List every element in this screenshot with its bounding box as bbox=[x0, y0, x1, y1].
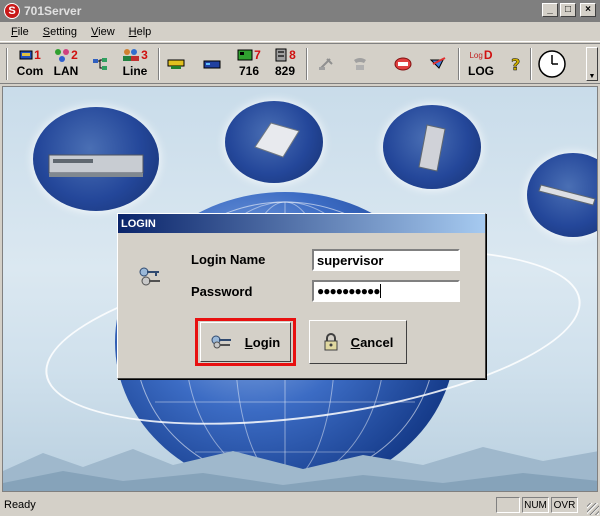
pen-tool-icon bbox=[429, 57, 446, 69]
toolbar: 1 Com 2 LAN 3 Line 7 716 8 829 Log D LOG… bbox=[0, 43, 600, 84]
server-device-icon bbox=[167, 59, 185, 69]
login-keys-icon bbox=[211, 335, 231, 349]
title-bar: S 701Server _ □ × bbox=[0, 0, 600, 22]
login-button-mnemonic: L bbox=[244, 334, 253, 350]
close-button[interactable]: × bbox=[580, 3, 596, 17]
menu-help-mnemonic: H bbox=[128, 25, 137, 38]
window-controls: _ □ × bbox=[542, 3, 596, 17]
board-716-number: 7 bbox=[254, 48, 261, 62]
board-716-label: 716 bbox=[238, 64, 260, 78]
log-letter: D bbox=[483, 48, 493, 62]
menu-setting-mnemonic: S bbox=[42, 25, 51, 38]
phone-button-disabled[interactable] bbox=[350, 46, 370, 82]
password-input[interactable]: ●●●●●●●●●● bbox=[312, 280, 460, 302]
login-dialog-title: LOGIN bbox=[118, 214, 485, 233]
num-lock-indicator: NUM bbox=[522, 497, 549, 513]
login-button-label: ogin bbox=[252, 334, 281, 350]
log-icon: Log D bbox=[469, 46, 492, 64]
line-number: 3 bbox=[141, 48, 148, 62]
app-icon[interactable]: S bbox=[4, 3, 20, 19]
board-716-icon bbox=[237, 49, 253, 61]
network-button[interactable] bbox=[90, 46, 110, 82]
line-users-icon bbox=[123, 49, 140, 61]
drive-device-image bbox=[254, 122, 300, 158]
login-name-input[interactable]: supervisor bbox=[312, 249, 460, 271]
pen-button[interactable] bbox=[428, 46, 448, 82]
log-prefix: Log bbox=[469, 50, 483, 60]
help-button[interactable]: ? bbox=[506, 46, 526, 82]
keys-icon bbox=[139, 267, 160, 286]
board-716-button[interactable]: 7 716 bbox=[234, 46, 264, 82]
status-text: Ready bbox=[4, 499, 36, 511]
toolbar-separator bbox=[6, 48, 8, 80]
com-number: 1 bbox=[34, 48, 41, 62]
toolbar-separator bbox=[530, 48, 532, 80]
clock-icon bbox=[538, 50, 566, 78]
password-value: ●●●●●●●●●● bbox=[317, 284, 380, 298]
menu-view[interactable]: View bbox=[84, 24, 122, 40]
switch-device-image bbox=[48, 154, 144, 177]
disabled-phone-icon bbox=[354, 58, 366, 70]
lan-label: LAN bbox=[53, 64, 79, 78]
com-port-icon bbox=[19, 50, 33, 60]
maximize-button[interactable]: □ bbox=[560, 3, 576, 17]
router-device-image bbox=[538, 184, 596, 206]
network-tree-icon bbox=[93, 58, 107, 70]
menu-setting[interactable]: Setting bbox=[36, 24, 84, 40]
menu-bar: File Setting View Help bbox=[0, 22, 600, 42]
menu-file[interactable]: File bbox=[4, 24, 36, 40]
handheld-device-image bbox=[418, 124, 446, 172]
login-dialog: LOGIN Login Name supervisor Password ●●●… bbox=[117, 213, 486, 379]
text-cursor bbox=[380, 284, 382, 298]
cancel-button-label: ancel bbox=[360, 334, 394, 350]
menu-file-mnemonic: F bbox=[11, 25, 18, 38]
line-label: Line bbox=[122, 64, 148, 78]
lock-icon bbox=[324, 333, 338, 351]
window-title: 701Server bbox=[24, 4, 82, 18]
menu-setting-label: etting bbox=[50, 25, 78, 38]
record-button[interactable] bbox=[392, 46, 414, 82]
cancel-button[interactable]: Cancel bbox=[309, 320, 407, 364]
modem-device-icon bbox=[203, 60, 221, 69]
help-question-icon: ? bbox=[511, 55, 521, 73]
status-bar: Ready NUM OVR bbox=[0, 494, 600, 516]
clock-button[interactable] bbox=[536, 46, 568, 82]
lan-button[interactable]: 2 LAN bbox=[50, 46, 82, 82]
menu-view-label: iew bbox=[98, 25, 115, 38]
toolbar-separator bbox=[306, 48, 308, 80]
toolbar-separator bbox=[158, 48, 160, 80]
record-icon bbox=[394, 57, 412, 71]
board-829-number: 8 bbox=[289, 48, 296, 62]
login-name-label: Login Name bbox=[191, 252, 266, 267]
board-829-icon bbox=[275, 48, 287, 62]
password-label: Password bbox=[191, 284, 253, 299]
com-label: Com bbox=[16, 64, 44, 78]
mountain-range-image bbox=[3, 447, 597, 491]
menu-help-label: elp bbox=[136, 25, 152, 38]
login-button[interactable]: Login bbox=[200, 322, 291, 362]
cancel-button-mnemonic: C bbox=[350, 334, 361, 350]
log-button[interactable]: Log D LOG bbox=[466, 46, 496, 82]
status-panel-empty bbox=[496, 497, 520, 513]
lan-number: 2 bbox=[71, 48, 78, 62]
menu-help[interactable]: Help bbox=[122, 24, 159, 40]
disabled-tool-icon bbox=[319, 58, 333, 70]
menu-file-label: ile bbox=[17, 25, 29, 38]
overwrite-indicator: OVR bbox=[551, 497, 578, 513]
modem-button[interactable] bbox=[202, 46, 222, 82]
log-label: LOG bbox=[468, 64, 494, 78]
toolbar-chevron[interactable]: ▼ bbox=[586, 47, 598, 81]
com-button[interactable]: 1 Com bbox=[14, 46, 46, 82]
server-button[interactable] bbox=[166, 46, 186, 82]
line-button[interactable]: 3 Line bbox=[118, 46, 152, 82]
svg-text:?: ? bbox=[511, 55, 520, 73]
board-829-label: 829 bbox=[274, 64, 296, 78]
lan-network-icon bbox=[55, 49, 70, 62]
minimize-button[interactable]: _ bbox=[542, 3, 558, 17]
board-829-button[interactable]: 8 829 bbox=[270, 46, 300, 82]
toolbar-separator bbox=[458, 48, 460, 80]
resize-grip[interactable] bbox=[587, 503, 599, 515]
tool-button-disabled[interactable] bbox=[316, 46, 336, 82]
